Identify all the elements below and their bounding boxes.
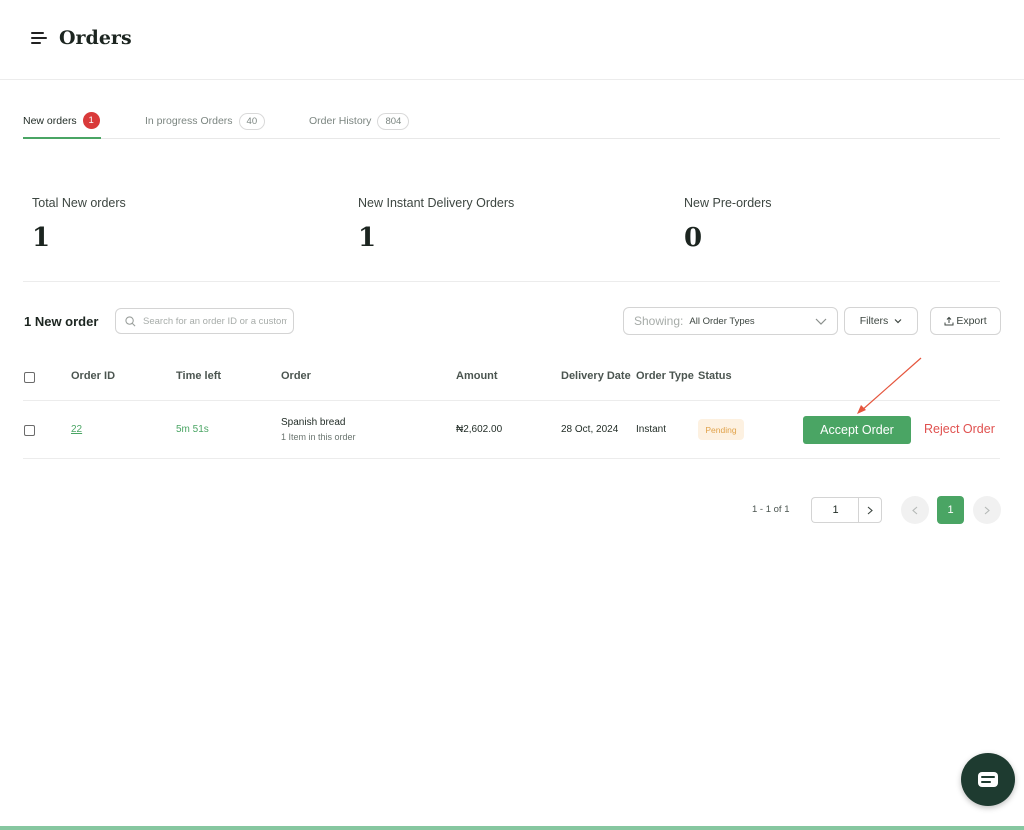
status-badge: Pending <box>698 419 744 440</box>
tab-count-badge: 1 <box>82 112 100 129</box>
reject-order-button[interactable]: Reject Order <box>924 422 995 436</box>
page-title: Orders <box>59 27 132 49</box>
pagination-range: 1 - 1 of 1 <box>752 504 790 515</box>
column-header-order-type: Order Type <box>636 370 694 382</box>
stat-label: New Pre-orders <box>684 196 772 210</box>
order-tabs: New orders 1 In progress Orders 40 Order… <box>23 104 1000 139</box>
filters-label: Filters <box>859 315 889 327</box>
menu-icon[interactable] <box>31 32 47 44</box>
time-left: 5m 51s <box>176 424 209 435</box>
current-page-button[interactable]: 1 <box>937 496 964 524</box>
order-item-count: 1 Item in this order <box>281 432 356 442</box>
chevron-down-icon <box>894 319 902 324</box>
divider <box>23 281 1000 282</box>
tab-count-badge: 40 <box>238 112 266 130</box>
order-cell: Spanish bread 1 Item in this order <box>281 417 356 442</box>
chevron-right-icon <box>867 506 873 514</box>
stat-label: Total New orders <box>32 196 126 210</box>
chevron-left-icon <box>912 506 918 514</box>
tab-count-badge: 804 <box>377 112 410 130</box>
bottom-accent-bar <box>0 826 1024 830</box>
go-to-page-button[interactable] <box>858 497 882 523</box>
showing-value: All Order Types <box>689 315 755 327</box>
stat-value: 0 <box>684 223 703 253</box>
stat-total-new-orders: Total New orders 1 <box>32 196 126 253</box>
tab-order-history[interactable]: Order History 804 <box>309 104 410 138</box>
export-label: Export <box>956 315 987 327</box>
column-header-order: Order <box>281 370 311 382</box>
stat-label: New Instant Delivery Orders <box>358 196 515 210</box>
order-type-select[interactable]: Showing: All Order Types <box>623 307 838 335</box>
chevron-right-icon <box>984 506 990 514</box>
delivery-date: 28 Oct, 2024 <box>561 424 619 435</box>
tab-label: New orders <box>23 114 77 127</box>
filters-button[interactable]: Filters <box>844 307 918 335</box>
tab-in-progress-orders[interactable]: In progress Orders 40 <box>145 104 266 138</box>
row-checkbox[interactable] <box>24 425 35 436</box>
order-type: Instant <box>636 424 667 435</box>
search-icon <box>125 315 136 326</box>
chat-launcher-button[interactable] <box>961 753 1015 806</box>
showing-label: Showing: <box>634 314 684 328</box>
new-order-count-title: 1 New order <box>24 314 99 329</box>
column-header-order-id: Order ID <box>71 370 116 382</box>
tab-new-orders[interactable]: New orders 1 <box>23 104 101 139</box>
stat-value: 1 <box>32 223 51 253</box>
column-header-delivery-date: Delivery Date <box>561 370 631 382</box>
search-box <box>115 308 294 334</box>
export-icon <box>944 316 954 326</box>
chevron-down-icon <box>815 318 827 325</box>
order-amount: ₦2,602.00 <box>456 424 503 435</box>
search-input[interactable] <box>143 315 287 327</box>
tab-label: In progress Orders <box>145 115 233 127</box>
export-button[interactable]: Export <box>930 307 1001 335</box>
page-number-input[interactable] <box>811 497 859 523</box>
divider <box>23 458 1000 459</box>
accept-order-button[interactable]: Accept Order <box>803 416 911 444</box>
page-header: Orders <box>0 0 1024 80</box>
column-header-status: Status <box>698 370 732 382</box>
chat-icon <box>978 771 998 787</box>
column-header-amount: Amount <box>456 370 498 382</box>
select-all-checkbox[interactable] <box>24 372 35 383</box>
stat-new-instant-delivery-orders: New Instant Delivery Orders 1 <box>358 196 514 253</box>
stat-new-pre-orders: New Pre-orders 0 <box>684 196 772 253</box>
stat-value: 1 <box>358 223 377 253</box>
next-page-button[interactable] <box>973 496 1001 524</box>
order-id-link[interactable]: 22 <box>71 424 82 435</box>
tab-label: Order History <box>309 115 372 127</box>
column-header-time-left: Time left <box>176 370 222 382</box>
divider <box>23 400 1000 401</box>
previous-page-button[interactable] <box>901 496 929 524</box>
order-name: Spanish bread <box>281 417 346 428</box>
